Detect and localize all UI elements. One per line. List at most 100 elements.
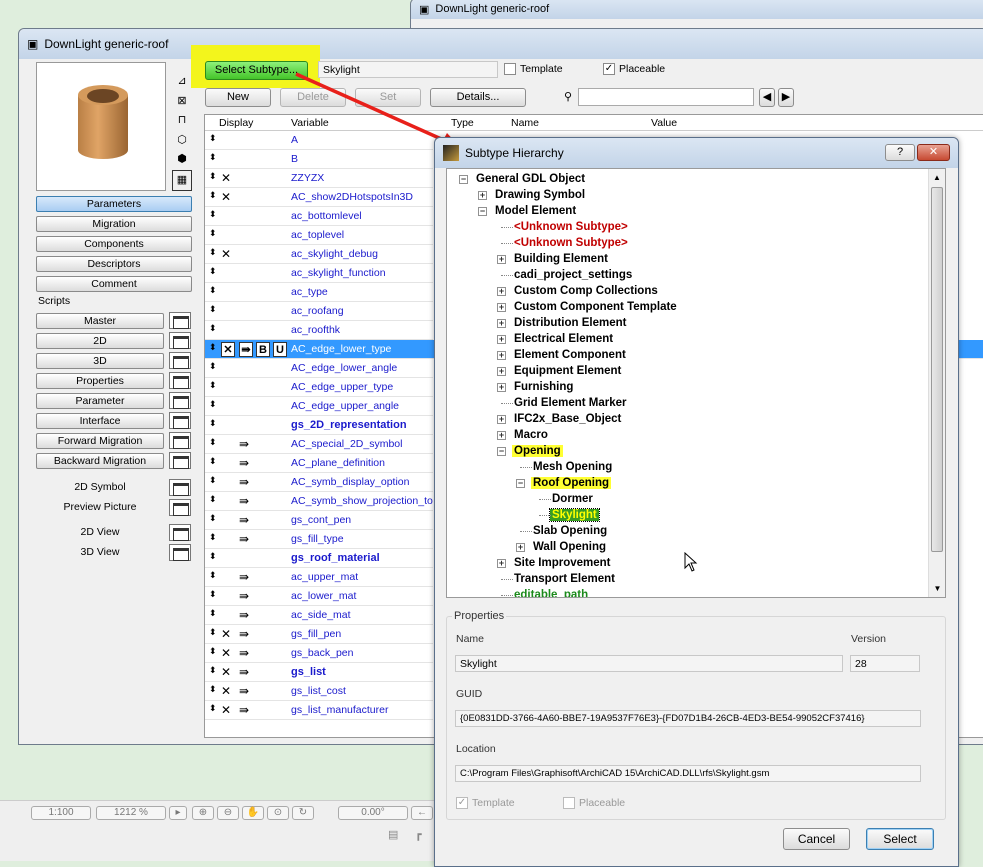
tree-item-label[interactable]: <Unknown Subtype> [512, 221, 630, 233]
tree-item-label[interactable]: Drawing Symbol [493, 189, 587, 201]
tree-item[interactable]: + Furnishing [497, 379, 575, 395]
tree-item[interactable]: + Element Component [497, 347, 628, 363]
tree-connector [501, 403, 513, 404]
tree-connector [501, 579, 513, 580]
tree-item-label[interactable]: Dormer [550, 493, 595, 505]
archicad-icon [443, 145, 459, 161]
location-label: Location [456, 743, 496, 755]
tree-item[interactable]: − General GDL Object [459, 171, 587, 187]
tree-item[interactable]: + Site Improvement [497, 555, 613, 571]
dialog-template-checkbox: ✓ [456, 797, 468, 809]
tree-item[interactable]: Transport Element [497, 571, 617, 587]
expand-icon[interactable]: + [497, 415, 506, 424]
tree-item[interactable]: − Model Element [478, 203, 578, 219]
tree-item[interactable]: + Building Element [497, 251, 610, 267]
tree-connector [520, 467, 532, 468]
tree-connector [520, 531, 532, 532]
tree-item-label[interactable]: Furnishing [512, 381, 575, 393]
collapse-icon[interactable]: − [516, 479, 525, 488]
expand-icon[interactable]: + [497, 319, 506, 328]
collapse-icon[interactable]: − [478, 207, 487, 216]
dialog-placeable-label: Placeable [579, 797, 626, 809]
expand-icon[interactable]: + [516, 543, 525, 552]
tree-item-label[interactable]: Macro [512, 429, 550, 441]
tree-item-label[interactable]: Electrical Element [512, 333, 615, 345]
scrollbar-thumb[interactable] [931, 187, 943, 552]
tree-item-label[interactable]: Skylight [549, 508, 600, 522]
tree-item[interactable]: + Drawing Symbol [478, 187, 587, 203]
guid-field: {0E0831DD-3766-4A60-BBE7-19A9537F76E3}-{… [455, 710, 921, 727]
tree-item[interactable]: Mesh Opening [516, 459, 614, 475]
name-label: Name [456, 633, 485, 645]
tree-item-label[interactable]: Wall Opening [531, 541, 608, 553]
tree-scrollbar[interactable]: ▲ ▼ [928, 169, 945, 597]
dialog-title: Subtype Hierarchy [465, 146, 564, 160]
tree-item[interactable]: + Wall Opening [516, 539, 608, 555]
tree-item-label[interactable]: Opening [512, 445, 563, 457]
help-button[interactable]: ? [885, 144, 915, 161]
tree-item-label[interactable]: Distribution Element [512, 317, 628, 329]
tree-connector [539, 499, 551, 500]
tree-item-label[interactable]: Model Element [493, 205, 578, 217]
tree-item-label[interactable]: <Unknown Subtype> [512, 237, 630, 249]
tree-item[interactable]: Grid Element Marker [497, 395, 628, 411]
expand-icon[interactable]: + [497, 383, 506, 392]
close-button[interactable]: ✕ [917, 144, 950, 161]
version-label: Version [851, 633, 887, 645]
tree-item[interactable]: + Custom Component Template [497, 299, 679, 315]
tree-item-label[interactable]: Transport Element [512, 573, 617, 585]
tree-item-label[interactable]: Site Improvement [512, 557, 613, 569]
expand-icon[interactable]: + [497, 431, 506, 440]
tree-item[interactable]: + Electrical Element [497, 331, 615, 347]
tree-item-label[interactable]: Building Element [512, 253, 610, 265]
expand-icon[interactable]: + [478, 191, 487, 200]
tree-connector [501, 595, 513, 596]
tree-item[interactable]: + Distribution Element [497, 315, 628, 331]
expand-icon[interactable]: + [497, 367, 506, 376]
tree-item-label[interactable]: Custom Comp Collections [512, 285, 660, 297]
expand-icon[interactable]: + [497, 287, 506, 296]
tree-connector [501, 275, 513, 276]
tree-item-label[interactable]: editable_path [512, 589, 590, 597]
tree-item[interactable]: Skylight [535, 507, 600, 523]
tree-item[interactable]: <Unknown Subtype> [497, 235, 630, 251]
tree-item-label[interactable]: Custom Component Template [512, 301, 679, 313]
expand-icon[interactable]: + [497, 351, 506, 360]
tree-item[interactable]: + Macro [497, 427, 550, 443]
location-field: C:\Program Files\Graphisoft\ArchiCAD 15\… [455, 765, 921, 782]
tree-item-label[interactable]: cadi_project_settings [512, 269, 634, 281]
tree-item-label[interactable]: IFC2x_Base_Object [512, 413, 623, 425]
expand-icon[interactable]: + [497, 559, 506, 568]
version-field: 28 [850, 655, 920, 672]
dialog-placeable-checkbox [563, 797, 575, 809]
tree-connector [539, 515, 551, 516]
tree-item[interactable]: + IFC2x_Base_Object [497, 411, 623, 427]
tree-item[interactable]: + Equipment Element [497, 363, 623, 379]
expand-icon[interactable]: + [497, 255, 506, 264]
tree-item[interactable]: − Roof Opening [516, 475, 612, 491]
expand-icon[interactable]: + [497, 303, 506, 312]
tree-item[interactable]: <Unknown Subtype> [497, 219, 630, 235]
tree-item[interactable]: Dormer [535, 491, 595, 507]
tree-item[interactable]: + Custom Comp Collections [497, 283, 660, 299]
collapse-icon[interactable]: − [497, 447, 506, 456]
guid-label: GUID [456, 688, 483, 700]
tree-item[interactable]: − Opening [497, 443, 563, 459]
tree-item-label[interactable]: Equipment Element [512, 365, 623, 377]
tree-item-label[interactable]: Grid Element Marker [512, 397, 628, 409]
cancel-button[interactable]: Cancel [783, 828, 850, 850]
subtype-tree[interactable]: − General GDL Object + Drawing Symbol − Model… [446, 168, 946, 598]
tree-item-label[interactable]: Roof Opening [531, 477, 612, 489]
tree-item-label[interactable]: General GDL Object [474, 173, 587, 185]
tree-item-label[interactable]: Element Component [512, 349, 628, 361]
select-button[interactable]: Select [866, 828, 934, 850]
tree-item-label[interactable]: Slab Opening [531, 525, 609, 537]
tree-item[interactable]: Slab Opening [516, 523, 609, 539]
properties-group-label: Properties [452, 610, 507, 622]
expand-icon[interactable]: + [497, 335, 506, 344]
collapse-icon[interactable]: − [459, 175, 468, 184]
mouse-cursor-icon [684, 552, 698, 572]
tree-item[interactable]: editable_path [497, 587, 590, 597]
tree-item-label[interactable]: Mesh Opening [531, 461, 614, 473]
tree-item[interactable]: cadi_project_settings [497, 267, 634, 283]
